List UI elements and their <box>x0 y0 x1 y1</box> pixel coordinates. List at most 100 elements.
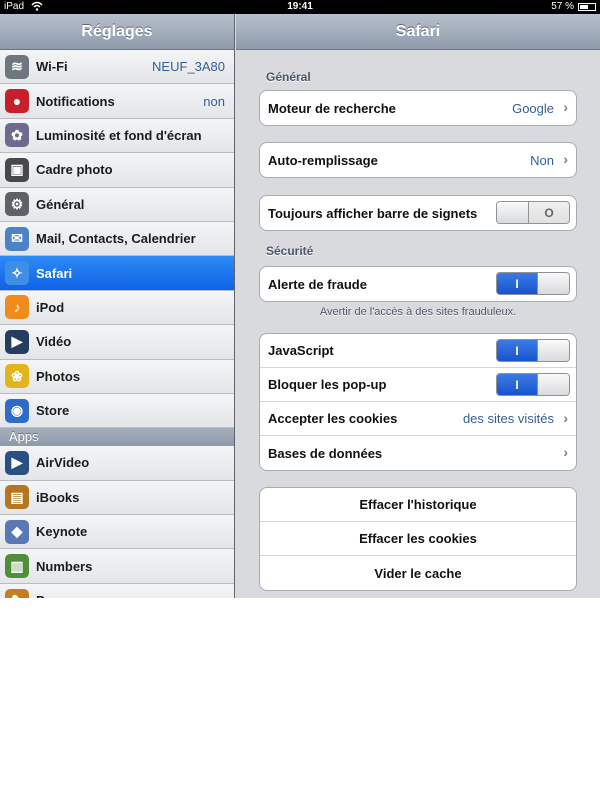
toggle-state-label: I <box>497 374 537 395</box>
security-section-header: Sécurité <box>266 244 314 258</box>
brightness-icon: ✿ <box>5 123 29 148</box>
sidebar-item-airvideo[interactable]: ▶ AirVideo <box>0 446 234 481</box>
databases-cell[interactable]: Bases de données › <box>260 436 576 470</box>
clear-cookies-button[interactable]: Effacer les cookies <box>260 522 576 556</box>
battery-percentage: 57 % <box>551 1 574 12</box>
search-engine-group: Moteur de recherche Google › <box>259 90 577 126</box>
sidebar-item-numbers[interactable]: ▥ Numbers <box>0 549 234 584</box>
numbers-icon: ▥ <box>5 554 29 579</box>
settings-sidebar[interactable]: Réglages ≋ Wi-Fi NEUF_3A80 ● Notifications no… <box>0 14 235 598</box>
clear-cache-button[interactable]: Vider le cache <box>260 556 576 590</box>
video-icon: ▶ <box>5 329 29 354</box>
autofill-label: Auto-remplissage <box>268 152 378 168</box>
fraud-note: Avertir de l'accès à des sites frauduleu… <box>319 306 517 318</box>
toggle-knob <box>537 340 569 361</box>
fraud-alert-toggle[interactable]: I <box>496 272 570 295</box>
fraud-group: Alerte de fraude I <box>259 266 577 302</box>
toggle-knob <box>537 273 569 294</box>
safari-settings-pane: Safari Général Moteur de recherche Googl… <box>236 14 600 598</box>
sidebar-item-safari[interactable]: ✧ Safari <box>0 256 234 291</box>
sidebar-item-cadre-photo[interactable]: ▣ Cadre photo <box>0 153 234 188</box>
photos-icon: ❀ <box>5 364 29 389</box>
wifi-icon: ≋ <box>5 54 29 79</box>
general-section-header: Général <box>266 70 311 84</box>
bookmarks-bar-toggle[interactable]: O <box>496 201 570 224</box>
sidebar-item-label: Pages <box>36 593 74 598</box>
sidebar-item-label: Wi-Fi <box>36 59 68 75</box>
sidebar-item-vid-o[interactable]: ▶ Vidéo <box>0 325 234 360</box>
clear-history-button[interactable]: Effacer l'historique <box>260 488 576 522</box>
sidebar-item-label: Numbers <box>36 558 93 574</box>
sidebar-item-label: iPod <box>36 299 65 315</box>
sidebar-title: Réglages <box>0 14 234 50</box>
autofill-value: Non <box>530 152 554 168</box>
autofill-group: Auto-remplissage Non › <box>259 142 577 178</box>
accept-cookies-value: des sites visités <box>462 411 554 426</box>
search-engine-value: Google <box>512 100 554 116</box>
safari-icon: ✧ <box>5 261 29 286</box>
sidebar-item-label: Luminosité et fond d'écran <box>36 127 202 143</box>
bookmarks-bar-group: Toujours afficher barre de signets O <box>259 195 577 231</box>
sidebar-item-pages[interactable]: ✎ Pages <box>0 583 234 598</box>
sidebar-item-label: Photos <box>36 368 81 384</box>
sidebar-item-value: NEUF_3A80 <box>152 59 225 75</box>
keynote-icon: ◆ <box>5 519 29 544</box>
sidebar-item-store[interactable]: ◉ Store <box>0 393 234 429</box>
sidebar-item-label: Store <box>36 403 70 419</box>
toggle-knob <box>537 374 569 395</box>
sidebar-item-notifications[interactable]: ● Notifications non <box>0 84 234 119</box>
store-icon: ◉ <box>5 398 29 423</box>
sidebar-item-label: Général <box>36 196 85 212</box>
sidebar-item-value: non <box>203 93 225 109</box>
notifications-icon: ● <box>5 89 29 114</box>
clear-data-group: Effacer l'historique Effacer les cookies… <box>259 487 577 591</box>
sidebar-item-label: Cadre photo <box>36 162 113 178</box>
sidebar-item-wi-fi[interactable]: ≋ Wi-Fi NEUF_3A80 <box>0 50 234 85</box>
pane-title: Safari <box>236 14 600 50</box>
sidebar-item-label: iBooks <box>36 489 80 505</box>
search-engine-label: Moteur de recherche <box>268 100 396 116</box>
gear-icon: ⚙ <box>5 192 29 217</box>
autofill-cell[interactable]: Auto-remplissage Non › <box>260 143 576 177</box>
sidebar-item-mail-contacts-calendrier[interactable]: ✉ Mail, Contacts, Calendrier <box>0 221 234 257</box>
sidebar-item-luminosit-et-fond-d-cran[interactable]: ✿ Luminosité et fond d'écran <box>0 118 234 154</box>
toggle-state-label: O <box>529 202 569 223</box>
mail-icon: ✉ <box>5 226 29 251</box>
ipod-icon: ♪ <box>5 295 29 320</box>
sidebar-item-ibooks[interactable]: ▤ iBooks <box>0 480 234 516</box>
sidebar-item-label: Keynote <box>36 524 88 540</box>
sidebar-item-label: Safari <box>36 265 73 281</box>
accept-cookies-cell[interactable]: Accepter les cookies des sites visités › <box>260 402 576 436</box>
apps-list: ▶ AirVideo ▤ iBooks ◆ Keynote ▥ Numbers ✎ Pages <box>0 446 234 598</box>
chevron-right-icon: › <box>563 151 568 167</box>
fraud-alert-cell: Alerte de fraude I <box>260 267 576 301</box>
toggle-state-label: I <box>497 340 537 361</box>
web-content-group: JavaScript I Bloquer les pop-up I Accept… <box>259 333 577 471</box>
fraud-alert-label: Alerte de fraude <box>268 276 367 292</box>
toggle-state-label: I <box>497 273 537 294</box>
search-engine-cell[interactable]: Moteur de recherche Google › <box>260 91 576 125</box>
bookmarks-bar-label: Toujours afficher barre de signets <box>268 205 478 221</box>
sidebar-item-ipod[interactable]: ♪ iPod <box>0 290 234 326</box>
sidebar-item-label: AirVideo <box>36 455 90 471</box>
sidebar-item-keynote[interactable]: ◆ Keynote <box>0 515 234 550</box>
chevron-right-icon: › <box>563 99 568 115</box>
photo-frame-icon: ▣ <box>5 157 29 182</box>
ipad-screen: iPad 19:41 57 % Réglages ≋ Wi-Fi NEUF_3A80… <box>0 0 600 598</box>
javascript-toggle[interactable]: I <box>496 339 570 362</box>
chevron-right-icon: › <box>563 444 568 460</box>
battery-icon <box>578 3 596 11</box>
pages-icon: ✎ <box>5 588 29 598</box>
sidebar-item-g-n-ral[interactable]: ⚙ Général <box>0 187 234 222</box>
block-popups-cell: Bloquer les pop-up I <box>260 368 576 402</box>
javascript-label: JavaScript <box>268 343 334 358</box>
sidebar-item-label: Mail, Contacts, Calendrier <box>36 231 196 247</box>
clock: 19:41 <box>287 1 313 12</box>
databases-label: Bases de données <box>268 445 383 461</box>
sidebar-item-label: Notifications <box>36 93 115 109</box>
apps-section-header: Apps <box>0 428 234 447</box>
sidebar-item-photos[interactable]: ❀ Photos <box>0 359 234 394</box>
sidebar-item-label: Vidéo <box>36 334 72 350</box>
block-popups-toggle[interactable]: I <box>496 373 570 396</box>
accept-cookies-label: Accepter les cookies <box>268 411 398 426</box>
